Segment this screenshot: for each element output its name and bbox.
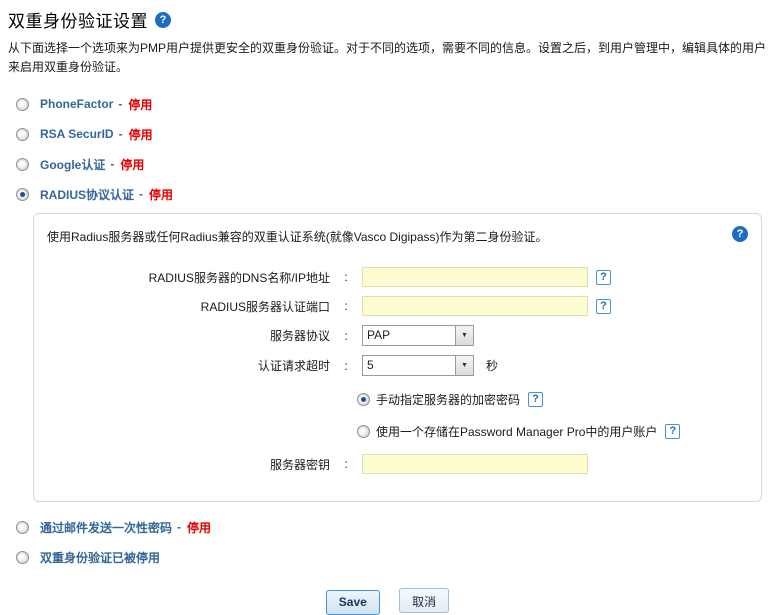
option-label-radius[interactable]: RADIUS协议认证	[40, 186, 134, 203]
dns-label: RADIUS服务器的DNS名称/IP地址	[148, 270, 330, 285]
radius-panel-description: 使用Radius服务器或任何Radius兼容的双重认证系统(就像Vasco Di…	[47, 230, 548, 244]
option-dash: -	[118, 97, 123, 111]
radio-email-otp[interactable]	[16, 520, 29, 534]
port-label: RADIUS服务器认证端口	[200, 299, 330, 314]
status-badge-rsa-securid: 停用	[128, 127, 153, 142]
secret-input[interactable]	[362, 454, 588, 474]
auth-method-options: PhoneFactor - 停用 RSA SecurID - 停用 Google…	[8, 89, 767, 572]
option-label-tfa-disabled[interactable]: 双重身份验证已被停用	[40, 549, 160, 566]
option-phonefactor[interactable]: PhoneFactor - 停用	[8, 89, 767, 119]
chevron-down-icon[interactable]: ▼	[455, 326, 473, 345]
radio-rsa-securid[interactable]	[16, 127, 29, 141]
dns-input[interactable]	[362, 267, 588, 287]
form-row-protocol: 服务器协议 : PAP ▼	[47, 325, 748, 346]
form-row-secret: 服务器密钥 :	[47, 454, 748, 474]
timeout-unit: 秒	[486, 359, 499, 373]
stored-account-help-icon[interactable]: ?	[665, 423, 681, 439]
option-dash: -	[110, 157, 115, 171]
radio-radius[interactable]	[16, 187, 29, 201]
protocol-select-value: PAP	[367, 328, 391, 342]
page-header: 双重身份验证设置 ?	[8, 7, 767, 32]
status-badge-email-otp: 停用	[187, 520, 212, 535]
page-help-icon[interactable]: ?	[155, 11, 171, 28]
colon: :	[344, 457, 348, 471]
cancel-button[interactable]: 取消	[399, 588, 450, 613]
page-title: 双重身份验证设置	[8, 12, 148, 31]
auth-option-manual-secret-label[interactable]: 手动指定服务器的加密密码	[376, 391, 520, 408]
option-radius[interactable]: RADIUS协议认证 - 停用	[8, 179, 767, 209]
option-dash: -	[139, 187, 144, 201]
protocol-label: 服务器协议	[269, 329, 330, 343]
form-row-timeout: 认证请求超时 : 5 ▼ 秒	[47, 355, 748, 376]
form-row-port: RADIUS服务器认证端口 : ?	[47, 296, 748, 316]
option-label-email-otp[interactable]: 通过邮件发送一次性密码	[40, 519, 172, 536]
bottom-options: 通过邮件发送一次性密码 - 停用 双重身份验证已被停用	[8, 512, 767, 572]
form-row-dns: RADIUS服务器的DNS名称/IP地址 : ?	[47, 267, 748, 287]
protocol-select[interactable]: PAP ▼	[362, 325, 474, 346]
timeout-label: 认证请求超时	[257, 359, 330, 373]
save-button[interactable]: Save	[325, 589, 380, 615]
option-dash: -	[118, 127, 123, 141]
manual-secret-help-icon[interactable]: ?	[528, 391, 544, 407]
radio-manual-secret[interactable]	[357, 392, 370, 406]
auth-option-manual-secret[interactable]: 手动指定服务器的加密密码 ?	[357, 390, 748, 408]
status-badge-google-auth: 停用	[120, 157, 145, 172]
option-label-phonefactor[interactable]: PhoneFactor	[40, 97, 113, 111]
option-email-otp[interactable]: 通过邮件发送一次性密码 - 停用	[8, 512, 767, 542]
page-description: 从下面选择一个选项来为PMP用户提供更安全的双重身份验证。对于不同的选项，需要不…	[8, 41, 767, 74]
option-dash: -	[177, 520, 182, 534]
colon: :	[344, 358, 348, 373]
radius-settings-panel: 使用Radius服务器或任何Radius兼容的双重认证系统(就像Vasco Di…	[33, 213, 762, 502]
timeout-select-value: 5	[367, 358, 374, 372]
option-tfa-disabled[interactable]: 双重身份验证已被停用	[8, 542, 767, 572]
option-google-auth[interactable]: Google认证 - 停用	[8, 149, 767, 179]
port-help-icon[interactable]: ?	[596, 298, 611, 314]
secret-label: 服务器密钥	[269, 457, 330, 472]
option-label-google-auth[interactable]: Google认证	[40, 156, 105, 173]
timeout-select[interactable]: 5 ▼	[362, 355, 474, 376]
colon: :	[344, 328, 348, 343]
colon: :	[344, 270, 348, 284]
radius-panel-header: 使用Radius服务器或任何Radius兼容的双重认证系统(就像Vasco Di…	[47, 226, 748, 245]
auth-option-stored-account-label[interactable]: 使用一个存储在Password Manager Pro中的用户账户	[376, 423, 657, 440]
two-factor-auth-settings-page: 双重身份验证设置 ? 从下面选择一个选项来为PMP用户提供更安全的双重身份验证。…	[8, 7, 767, 615]
status-badge-phonefactor: 停用	[128, 97, 153, 112]
auth-option-stored-account[interactable]: 使用一个存储在Password Manager Pro中的用户账户 ?	[357, 422, 748, 440]
dns-help-icon[interactable]: ?	[596, 269, 611, 285]
radio-phonefactor[interactable]	[16, 97, 29, 111]
status-badge-radius: 停用	[149, 187, 174, 202]
radio-google-auth[interactable]	[16, 157, 29, 171]
option-label-rsa-securid[interactable]: RSA SecurID	[40, 127, 114, 141]
radius-form: RADIUS服务器的DNS名称/IP地址 : ? RADIUS服务器认证端口 :…	[47, 267, 748, 474]
chevron-down-icon[interactable]: ▼	[455, 356, 473, 375]
colon: :	[344, 299, 348, 313]
option-rsa-securid[interactable]: RSA SecurID - 停用	[8, 119, 767, 149]
port-input[interactable]	[362, 296, 588, 316]
radio-stored-account[interactable]	[357, 424, 370, 438]
radio-tfa-disabled[interactable]	[16, 550, 29, 564]
action-buttons: Save 取消	[8, 588, 767, 615]
radius-panel-help-icon[interactable]: ?	[732, 226, 748, 242]
